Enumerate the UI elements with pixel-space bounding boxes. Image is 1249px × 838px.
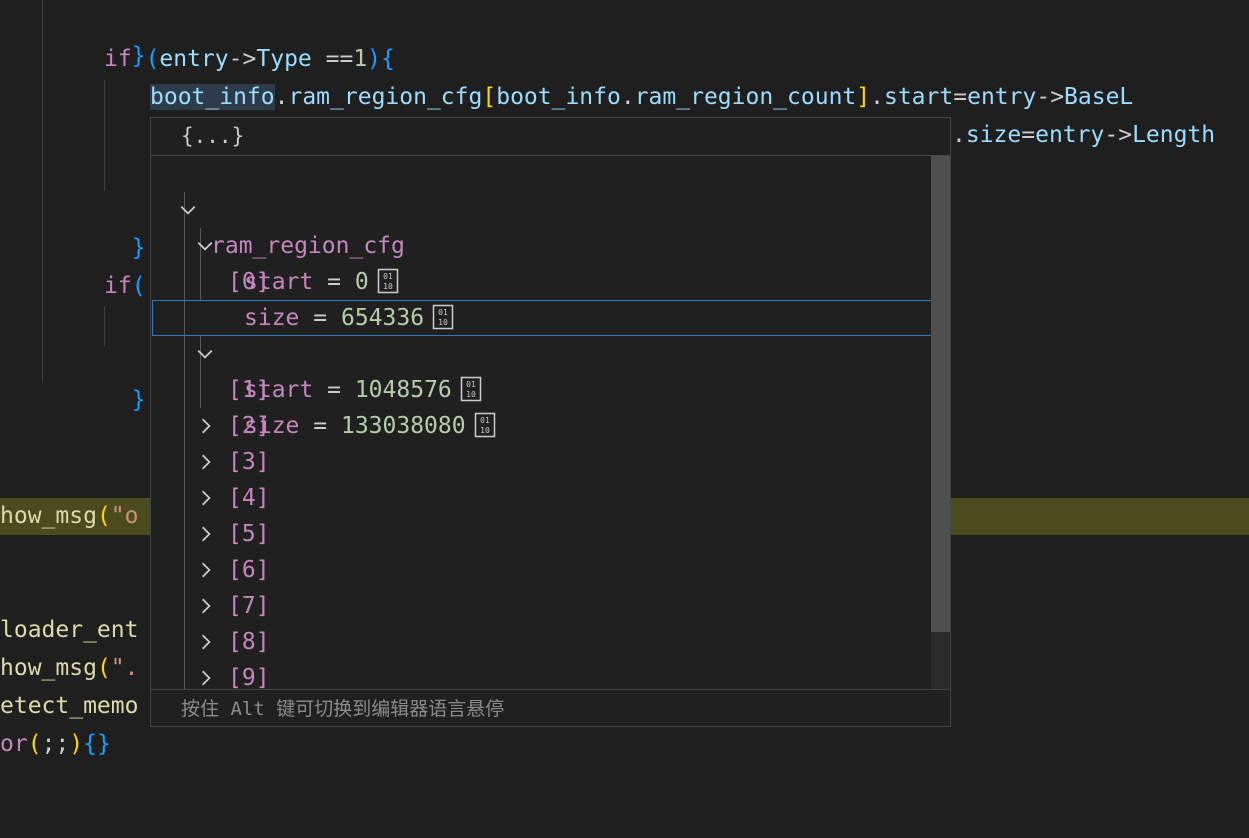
variable: BaseL [1064,84,1134,110]
tree-node-ram-region-cfg[interactable]: ram_region_cfg [151,156,931,259]
operator: -> [1036,84,1065,110]
bracket: ] [856,84,871,110]
tree-leaf-size[interactable]: size = 133038080 01 10 [151,372,931,439]
debug-hover-widget[interactable]: {...} ram_region_cfg [0] start = 0 01 10 s… [150,117,951,727]
operator: . [870,84,884,110]
hover-footer: 按住 Alt 键可切换到编辑器语言悬停 [151,689,950,726]
indent-guide [104,80,105,191]
string: "o [110,503,139,529]
tree-leaf-size[interactable]: size = 654336 01 10 [151,264,931,331]
operator: . [952,122,966,148]
tree-leaf-start[interactable]: start = 0 01 10 [151,228,931,295]
tree-node-item-1[interactable]: [1] [152,300,931,403]
code-line[interactable]: etect_memo [0,688,138,724]
tree-node-label: [6] [228,557,270,583]
tree-node-collapsed[interactable]: [3] [151,444,931,480]
operator: = [1021,122,1036,148]
variables-tree[interactable]: ram_region_cfg [0] start = 0 01 10 size = … [151,156,931,690]
tree-node-label: [7] [228,593,270,619]
tree-node-collapsed[interactable]: [4] [151,480,931,516]
tree-node-item-0[interactable]: [0] [151,192,931,295]
code-line[interactable]: how_msg("o [0,498,139,534]
tree-node-label: [9] [228,665,270,690]
number: 1 [353,46,368,72]
code-line[interactable]: how_msg(". [0,650,139,686]
tree-leaf-start[interactable]: start = 1048576 01 10 [151,336,931,403]
brace: { [381,46,395,72]
tree-node-label: [3] [228,449,270,475]
code-line[interactable]: if( [104,268,146,304]
paren: ( [27,731,42,757]
variable: Type [256,46,312,72]
operator: -> [228,46,257,72]
tree-node-collapsed[interactable]: [2] [151,408,931,444]
variable: Length [1132,122,1216,148]
variable: start [883,84,954,110]
chevron-right-icon[interactable] [197,408,215,444]
brace: } [131,387,146,413]
chevron-right-icon[interactable] [197,588,215,624]
code-line[interactable]: } [104,2,146,69]
code-line[interactable]: loader_ent [0,612,138,648]
hover-header: {...} [151,118,950,156]
paren: ( [96,655,111,681]
variable: entry [1035,122,1105,148]
tree-node-label: [4] [228,485,270,511]
brace: {} [83,731,111,757]
operator: ;; [41,731,70,757]
keyword-if: if [104,46,132,72]
indent-guide [104,306,105,346]
function-call: how_msg [0,655,97,681]
function-call: etect_memo [0,693,139,719]
string: ". [110,655,139,681]
keyword-if: if [104,273,132,299]
chevron-right-icon[interactable] [197,624,215,660]
tree-node-label: [5] [228,521,270,547]
function-call: loader_ent [0,617,139,643]
scrollbar-thumb[interactable] [931,156,950,632]
tree-node-label: [8] [228,629,270,655]
chevron-right-icon[interactable] [197,516,215,552]
chevron-right-icon[interactable] [197,552,215,588]
tree-node-label: [2] [228,413,270,439]
operator: == [311,46,354,72]
bracket: [ [482,84,497,110]
operator: . [620,84,635,110]
tree-node-collapsed[interactable]: [7] [151,588,931,624]
variable-hovered[interactable]: boot_info [150,84,275,110]
code-line[interactable]: .size=entry->Length [952,117,1215,153]
operator: = [953,84,968,110]
tree-node-collapsed[interactable]: [6] [151,552,931,588]
keyword-for: or [0,731,28,757]
tree-node-collapsed[interactable]: [5] [151,516,931,552]
paren: ) [69,731,84,757]
code-line[interactable]: } [104,346,146,413]
function-call: how_msg [0,503,97,529]
paren: ) [367,46,382,72]
chevron-right-icon[interactable] [197,660,215,690]
code-line[interactable]: } [104,194,146,261]
paren: ( [145,46,160,72]
variable: entry [967,84,1037,110]
code-line[interactable]: or(;;){} [0,726,111,762]
variable: ram_region_count [634,84,857,110]
tree-node-collapsed[interactable]: [9] [151,660,931,690]
operator: -> [1104,122,1133,148]
variable: size [965,122,1022,148]
variable: entry [159,46,229,72]
variable: boot_info [496,84,621,110]
hover-title: {...} [181,124,245,148]
chevron-right-icon[interactable] [197,480,215,516]
tree-node-collapsed[interactable]: [8] [151,624,931,660]
operator: . [274,84,289,110]
variable: ram_region_cfg [288,84,483,110]
code-line[interactable]: boot_info.ram_region_cfg[boot_info.ram_r… [150,79,1133,115]
chevron-right-icon[interactable] [197,444,215,480]
paren: ( [131,273,146,299]
paren: ( [96,503,111,529]
brace: } [131,235,146,261]
code-line[interactable]: if (entry->Type ==1){ [104,41,395,77]
hover-footer-hint: 按住 Alt 键可切换到编辑器语言悬停 [181,698,505,720]
indent-guide [42,0,43,383]
